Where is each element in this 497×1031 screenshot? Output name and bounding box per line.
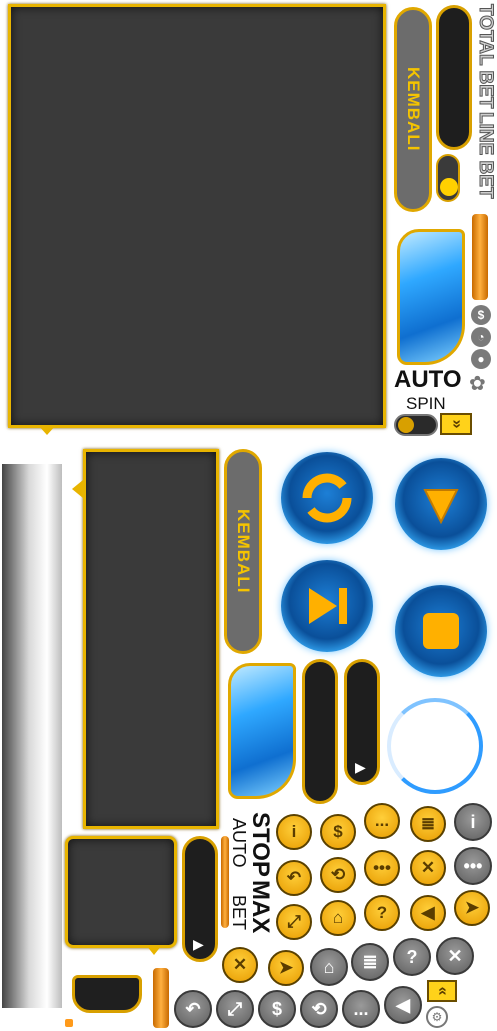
help-icon[interactable]: ? — [364, 895, 400, 931]
dark-slot-mid-1 — [302, 659, 338, 804]
orange-dot — [65, 1019, 73, 1027]
chat-icon-grey[interactable]: ... — [342, 990, 380, 1028]
stop-icon — [423, 613, 459, 649]
fullscreen-icon[interactable]: ⤢ — [276, 904, 312, 940]
line-bet-label: LINE BET — [475, 112, 497, 200]
dark-slot-bottom: ▶ — [182, 836, 218, 962]
max-label: MAX — [247, 880, 274, 934]
kembali-label: KEMBALI — [234, 509, 253, 594]
stop-button[interactable] — [395, 585, 487, 677]
play-icon[interactable]: ▶ — [355, 759, 366, 776]
home-icon[interactable]: ⌂ — [320, 900, 356, 936]
orange-slider-bar — [472, 214, 488, 300]
coins-icon-grey[interactable]: $ — [258, 990, 296, 1028]
chat-icon[interactable]: ... — [364, 803, 400, 839]
mute-icon-grey[interactable]: ✕ — [436, 937, 474, 975]
refresh-button[interactable] — [281, 452, 373, 544]
loading-ring — [387, 698, 483, 794]
kembali-button-top[interactable]: KEMBALI — [394, 7, 432, 212]
stop-label: STOP — [247, 812, 274, 877]
gradient-scroll-bar — [2, 464, 62, 1008]
more-icon[interactable]: ••• — [364, 850, 400, 886]
home-icon-grey[interactable]: ⌂ — [310, 948, 348, 986]
total-bet-label: TOTAL BET — [475, 4, 497, 109]
large-dialog-panel — [8, 4, 386, 428]
medium-dialog-panel — [83, 449, 219, 829]
settings-gear-icon[interactable]: ⚙ — [426, 1006, 448, 1028]
undo-icon-grey[interactable]: ↶ — [174, 990, 212, 1028]
arrow-icon-2[interactable]: ➤ — [268, 950, 304, 986]
spin-down-button[interactable] — [395, 458, 487, 550]
sound-icon[interactable]: ◀ — [410, 895, 446, 931]
toggle-knob — [440, 178, 458, 196]
paytable-icon[interactable]: ≣ — [410, 806, 446, 842]
orange-bar-small — [153, 968, 169, 1028]
small-dialog-panel — [65, 836, 177, 948]
triangle-down-icon — [423, 489, 459, 525]
gear-icon-small[interactable]: ✿ — [469, 371, 486, 396]
toggle-switch-vertical[interactable] — [436, 154, 460, 202]
refresh-icon — [302, 473, 352, 523]
skip-icon — [309, 588, 347, 624]
play-next-button[interactable] — [281, 560, 373, 652]
chevron-up-icon[interactable]: » — [427, 980, 457, 1002]
small-panel-pointer — [146, 945, 162, 955]
auto-small-label: AUTO — [229, 818, 249, 868]
toggle-knob — [398, 417, 414, 433]
clock-icon-small[interactable]: ◔ — [471, 327, 491, 347]
sound-icon-grey[interactable]: ◀ — [384, 986, 422, 1024]
more-icon-grey[interactable]: ••• — [454, 847, 492, 885]
user-icon-small[interactable]: ● — [471, 349, 491, 369]
spin-label: SPIN — [406, 394, 446, 413]
dark-slot-mid-2: ▶ — [344, 659, 380, 785]
info-icon[interactable]: i — [276, 814, 312, 850]
kembali-label: KEMBALI — [404, 67, 423, 152]
fullscreen-icon-grey[interactable]: ⤢ — [216, 990, 254, 1028]
arrow-icon[interactable]: ➤ — [454, 890, 490, 926]
chevron-down-icon[interactable]: » — [440, 413, 472, 435]
dark-tab-shape — [72, 975, 142, 1013]
help-icon-grey[interactable]: ? — [393, 938, 431, 976]
crystal-gem-mid — [228, 663, 296, 799]
coins-icon[interactable]: $ — [320, 814, 356, 850]
paytable-icon-grey[interactable]: ≣ — [351, 943, 389, 981]
kembali-button-mid[interactable]: KEMBALI — [224, 449, 262, 654]
info-icon-grey[interactable]: i — [454, 803, 492, 841]
history-icon[interactable]: ⟲ — [320, 857, 356, 893]
mute-icon[interactable]: ✕ — [410, 850, 446, 886]
mute-icon-2[interactable]: ✕ — [222, 947, 258, 983]
history-icon-grey[interactable]: ⟲ — [300, 990, 338, 1028]
play-icon[interactable]: ▶ — [193, 936, 204, 953]
toggle-switch-horizontal[interactable] — [394, 414, 438, 436]
dark-slot-top — [436, 5, 472, 150]
undo-icon[interactable]: ↶ — [276, 860, 312, 896]
panel-pointer — [38, 425, 56, 435]
coin-icon-small[interactable]: $ — [471, 305, 491, 325]
auto-label: AUTO — [394, 366, 462, 393]
crystal-gem-top — [397, 229, 465, 365]
panel-pointer-left — [72, 480, 83, 498]
bet-small-label: BET — [229, 895, 249, 931]
